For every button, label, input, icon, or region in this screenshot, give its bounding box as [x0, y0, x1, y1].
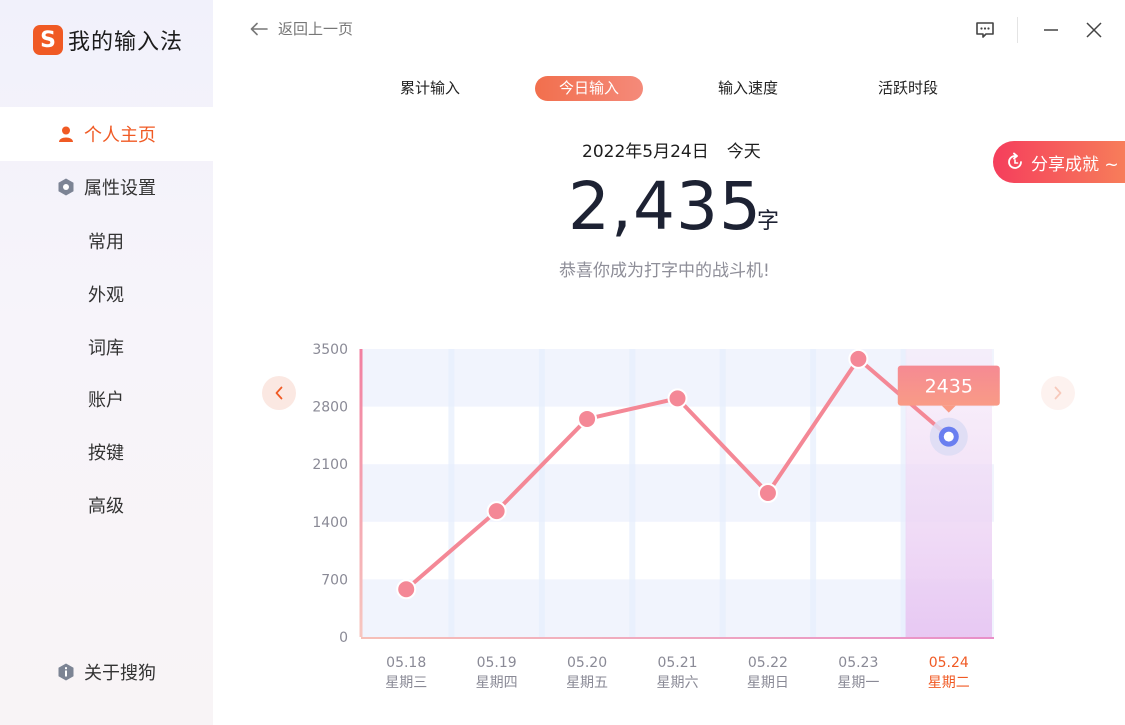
sidebar-item-label: 按键	[88, 443, 124, 464]
share-label: 分享成就 ~	[1031, 154, 1119, 175]
y-tick-label: 2800	[312, 400, 348, 416]
back-label: 返回上一页	[278, 20, 354, 38]
data-point	[848, 348, 869, 369]
stats-today: 今天	[726, 142, 761, 162]
arrow-left-icon	[250, 22, 268, 35]
sidebar-item-label: 账户	[88, 390, 124, 411]
x-weekday-label: 星期四	[476, 675, 518, 691]
sidebar-item-label: 词库	[88, 338, 124, 359]
x-date-label: 05.21	[657, 655, 697, 671]
grid-stripe	[629, 349, 636, 637]
hexagon-icon	[57, 178, 75, 196]
data-point	[486, 501, 507, 522]
tooltip-value: 2435	[925, 376, 973, 398]
sidebar-item-account[interactable]: 账户	[0, 372, 213, 426]
x-date-label: 05.24	[929, 655, 969, 671]
count-unit: 字	[757, 209, 780, 234]
data-point	[396, 579, 417, 600]
data-point	[757, 483, 778, 503]
y-tick-label: 0	[339, 630, 348, 646]
feedback-icon	[976, 22, 994, 38]
grid-stripe	[448, 349, 455, 637]
x-weekday-label: 星期三	[385, 675, 427, 691]
sidebar-item-home[interactable]: 个人主页	[0, 107, 213, 161]
sidebar-item-keys[interactable]: 按键	[0, 425, 213, 479]
x-date-label: 05.20	[567, 655, 607, 671]
sogou-logo-icon: S	[33, 25, 63, 55]
data-point	[577, 408, 598, 429]
x-axis-line	[361, 637, 994, 639]
stats-date: 2022年5月24日	[582, 142, 709, 162]
sidebar-item-label: 高级	[88, 496, 124, 517]
sidebar-item-lexicon[interactable]: 词库	[0, 320, 213, 374]
y-tick-label: 700	[321, 572, 348, 588]
y-axis-line	[359, 349, 363, 637]
minimize-icon	[1044, 29, 1058, 31]
titlebar-divider	[1017, 17, 1018, 43]
sidebar-item-common[interactable]: 常用	[0, 214, 213, 268]
sidebar-item-label: 属性设置	[84, 178, 156, 199]
sidebar-item-appearance[interactable]: 外观	[0, 267, 213, 321]
app-logo: S 我的输入法	[33, 24, 183, 56]
x-weekday-label: 星期日	[747, 675, 789, 691]
grid-stripe	[719, 349, 726, 637]
today-count: 2,435	[568, 168, 762, 245]
data-point	[667, 388, 688, 409]
typing-line-chart: 3500 2800 2100 1400 700 0 05.18 星期三 05.19 星期四 05.…	[312, 342, 1000, 691]
close-button[interactable]	[1082, 18, 1106, 42]
sidebar-item-about[interactable]: 关于搜狗	[0, 645, 213, 699]
x-date-label: 05.19	[477, 655, 517, 671]
info-hexagon-icon	[57, 663, 75, 681]
sidebar-item-label: 常用	[88, 232, 124, 253]
grid-stripe	[810, 349, 817, 637]
stats-date-line: 2022年5月24日 今天	[582, 137, 761, 162]
sidebar-item-settings[interactable]: 属性设置	[0, 160, 213, 214]
share-refresh-icon	[1008, 152, 1022, 169]
grid-band	[361, 464, 994, 522]
tab-speed[interactable]: 输入速度	[703, 76, 793, 101]
minimize-button[interactable]	[1039, 18, 1063, 42]
x-date-label: 05.22	[748, 655, 788, 671]
sidebar-item-advanced[interactable]: 高级	[0, 478, 213, 532]
y-tick-label: 3500	[312, 342, 348, 358]
tab-active-hours[interactable]: 活跃时段	[863, 76, 953, 101]
share-button[interactable]: 分享成就 ~	[993, 141, 1125, 183]
grid-stripe	[538, 349, 545, 637]
x-weekday-label: 星期二	[928, 675, 970, 691]
x-weekday-label: 星期五	[566, 675, 608, 691]
sidebar-item-label: 关于搜狗	[84, 663, 156, 684]
x-date-label: 05.18	[386, 655, 426, 671]
x-date-label: 05.23	[838, 655, 878, 671]
close-icon	[1086, 22, 1102, 38]
back-link[interactable]: 返回上一页	[250, 18, 353, 39]
y-tick-label: 2100	[312, 457, 348, 473]
grid-band	[361, 579, 994, 637]
x-weekday-label: 星期六	[657, 675, 699, 691]
user-icon	[57, 125, 75, 143]
app-title: 我的输入法	[68, 30, 184, 55]
x-weekday-label: 星期一	[837, 675, 879, 691]
congrats-message: 恭喜你成为打字中的战斗机!	[559, 261, 770, 281]
tab-today[interactable]: 今日输入	[535, 76, 643, 101]
highlight-point-center	[943, 431, 954, 442]
sidebar-item-label: 外观	[88, 285, 124, 306]
tab-cumulative[interactable]: 累计输入	[385, 76, 475, 101]
y-tick-label: 1400	[312, 515, 348, 531]
sidebar: S 我的输入法 个人主页 属性设置 常用 外观 词库 账户 按键 高级 关于搜狗	[0, 0, 213, 725]
feedback-button[interactable]	[973, 18, 997, 42]
sidebar-item-label: 个人主页	[84, 125, 156, 146]
